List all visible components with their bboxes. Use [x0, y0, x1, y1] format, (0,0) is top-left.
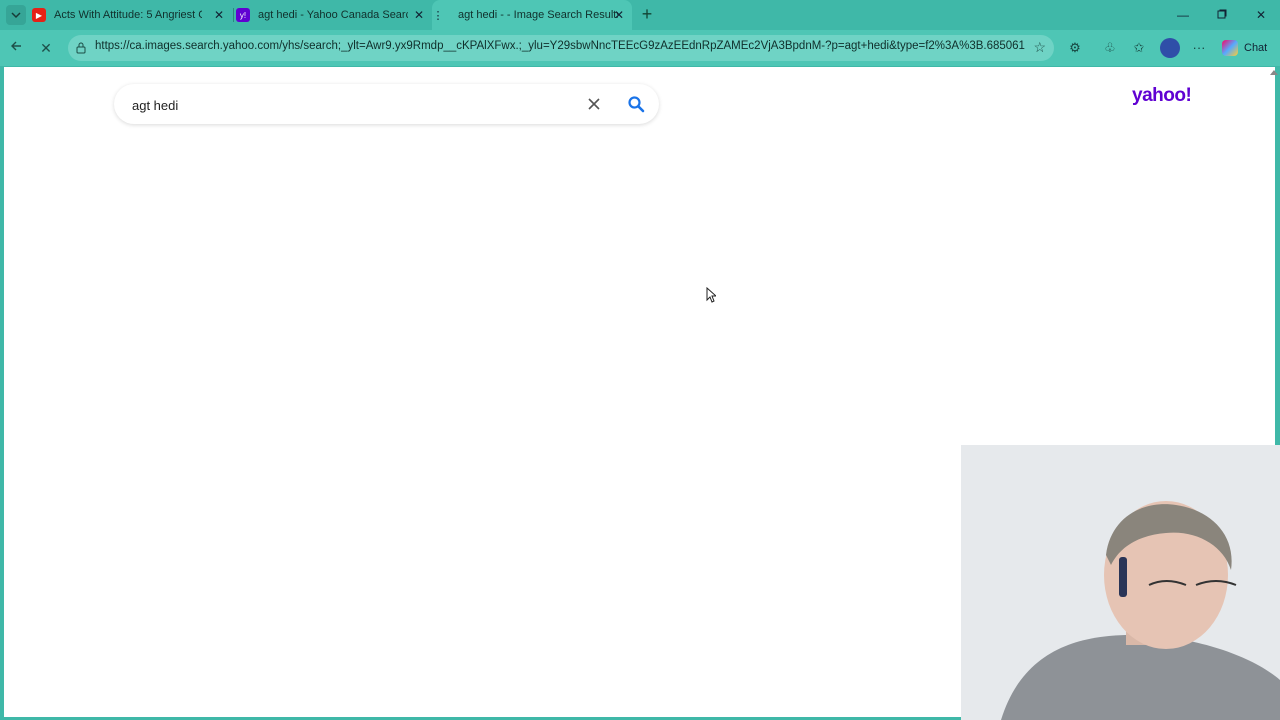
favorites-icon[interactable]: ✩: [1130, 39, 1148, 57]
tab-separator: [233, 8, 234, 22]
mouse-cursor-icon: [706, 287, 716, 303]
tab-yahoo-search[interactable]: y! agt hedi - Yahoo Canada Search R ✕: [236, 0, 432, 30]
tab-image-search[interactable]: ⋮ agt hedi - - Image Search Results ✕: [432, 0, 632, 30]
close-tab-icon[interactable]: ✕: [612, 8, 626, 22]
youtube-icon: ▶: [32, 8, 46, 22]
chevron-down-icon: [11, 12, 21, 19]
tab-title: agt hedi - - Image Search Results: [458, 9, 618, 21]
tab-list-button[interactable]: [6, 5, 26, 25]
search-icon[interactable]: [626, 94, 646, 114]
person-image: [961, 445, 1280, 720]
close-window-button[interactable]: ✕: [1251, 6, 1271, 24]
copilot-label: Chat: [1244, 42, 1268, 54]
browser-essentials-icon[interactable]: ♧: [1101, 39, 1119, 57]
url-text[interactable]: https://ca.images.search.yahoo.com/yhs/s…: [95, 40, 1025, 52]
more-options-icon[interactable]: ···: [1190, 39, 1208, 57]
scrollbar-up-arrow[interactable]: [1270, 70, 1278, 75]
new-tab-button[interactable]: +: [638, 5, 656, 23]
site-info-icon[interactable]: [74, 41, 88, 55]
favorite-star-icon[interactable]: ☆: [1033, 39, 1046, 56]
yahoo-icon: y!: [236, 8, 250, 22]
copilot-chat-button[interactable]: Chat: [1222, 38, 1267, 58]
profile-avatar[interactable]: [1160, 38, 1180, 58]
restore-icon: [1217, 9, 1227, 19]
restore-button[interactable]: [1212, 6, 1232, 24]
webcam-overlay: [961, 445, 1280, 720]
tab-strip: ▶ Acts With Attitude: 5 Angriest Co ✕ y!…: [0, 0, 1280, 30]
loading-icon: ⋮: [432, 9, 444, 22]
clear-search-icon[interactable]: [584, 94, 604, 114]
back-button[interactable]: [7, 39, 25, 57]
stop-loading-button[interactable]: ✕: [37, 39, 55, 57]
close-tab-icon[interactable]: ✕: [412, 8, 426, 22]
extensions-icon[interactable]: ⚙: [1066, 39, 1084, 57]
copilot-icon: [1222, 40, 1238, 56]
back-arrow-icon: [11, 41, 21, 51]
tab-youtube[interactable]: ▶ Acts With Attitude: 5 Angriest Co ✕: [32, 0, 232, 30]
close-tab-icon[interactable]: ✕: [212, 8, 226, 22]
browser-toolbar: ✕ https://ca.images.search.yahoo.com/yhs…: [0, 30, 1280, 66]
tab-title: Acts With Attitude: 5 Angriest Co: [54, 9, 202, 21]
search-box: [114, 84, 659, 124]
tab-title: agt hedi - Yahoo Canada Search R: [258, 9, 408, 21]
search-input[interactable]: [130, 94, 564, 116]
minimize-button[interactable]: —: [1173, 6, 1193, 24]
yahoo-logo[interactable]: yahoo!: [1132, 85, 1192, 107]
address-bar[interactable]: https://ca.images.search.yahoo.com/yhs/s…: [68, 35, 1054, 61]
